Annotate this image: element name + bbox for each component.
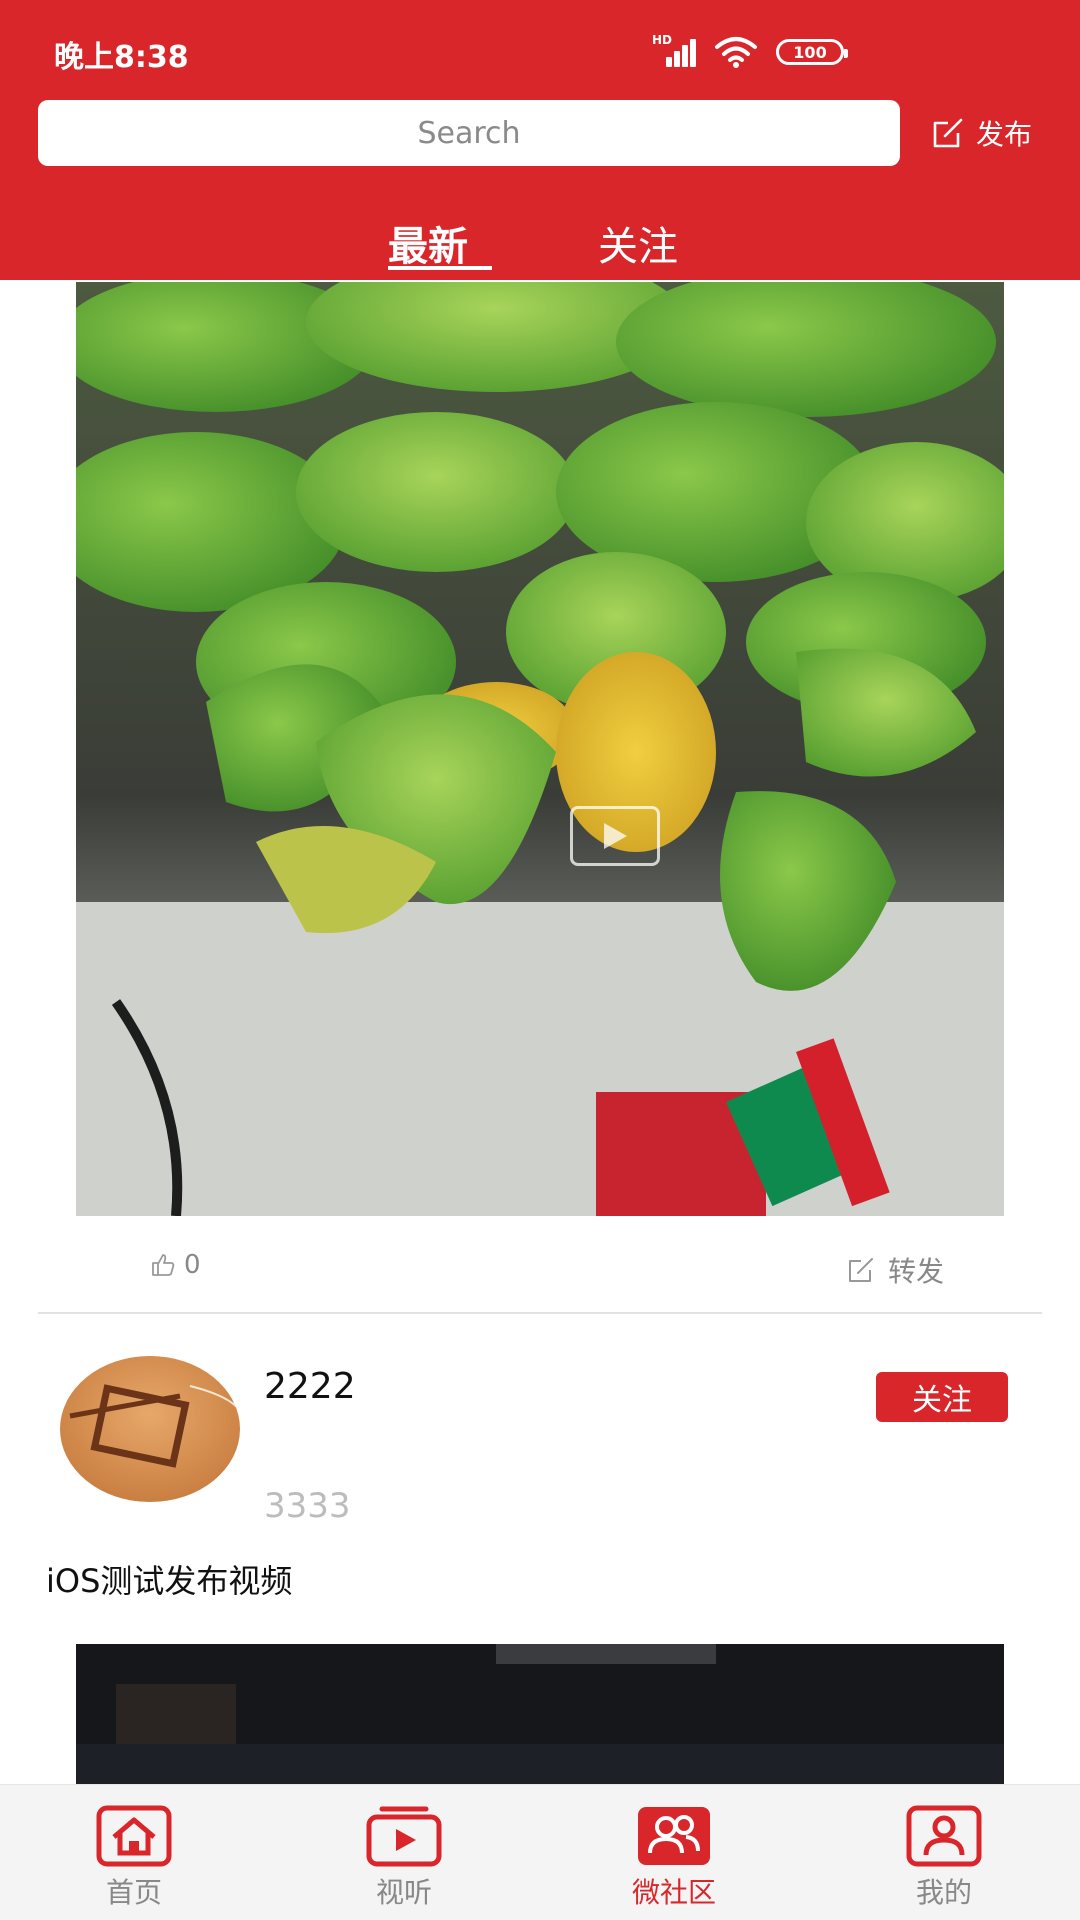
nav-item-profile[interactable]: 我的 — [874, 1799, 1014, 1915]
share-icon — [849, 1258, 873, 1282]
nav-label-community: 微社区 — [631, 1876, 716, 1909]
nav-item-home[interactable]: 首页 — [64, 1799, 204, 1915]
search-placeholder: Search — [417, 115, 521, 151]
like-count: 0 — [184, 1250, 201, 1280]
search-input[interactable]: Search — [38, 100, 900, 166]
video-thumbnail[interactable] — [76, 282, 1004, 1216]
post-actions: 0 转发 — [0, 1240, 1080, 1300]
status-bar: 晚上8:38 HD 100 — [0, 0, 1080, 100]
battery-icon: 100 — [776, 39, 848, 65]
dark-video-photo — [76, 1644, 1004, 1784]
app-header: 晚上8:38 HD 100 Search 发布 最新 关注 — [0, 0, 1080, 280]
like-button[interactable]: 0 — [150, 1250, 201, 1280]
publish-label: 发布 — [976, 118, 1033, 151]
video-icon — [366, 1806, 442, 1867]
status-time: 晚上8:38 — [54, 40, 189, 75]
tab-follow[interactable]: 关注 — [598, 214, 678, 272]
network-type-label: HD — [652, 33, 673, 47]
edit-icon — [933, 118, 963, 148]
video-thumbnail-2[interactable] — [76, 1644, 1004, 1784]
status-icons: HD 100 — [652, 33, 848, 70]
follow-button[interactable]: 关注 — [876, 1372, 1008, 1422]
nav-label-video: 视听 — [375, 1876, 432, 1909]
post-text: iOS测试发布视频 — [46, 1562, 293, 1600]
nav-item-video[interactable]: 视听 — [334, 1799, 474, 1915]
plant-photo — [76, 282, 1004, 1216]
avatar[interactable] — [60, 1356, 240, 1502]
post-divider — [38, 1312, 1042, 1314]
publish-button[interactable]: 发布 — [930, 110, 1032, 156]
battery-level: 100 — [793, 42, 827, 62]
play-icon[interactable] — [570, 806, 660, 866]
wifi-icon — [715, 37, 757, 68]
nav-label-profile: 我的 — [915, 1876, 972, 1909]
thumbs-up-icon — [152, 1254, 175, 1276]
share-button[interactable]: 转发 — [846, 1250, 944, 1290]
signal-icon: HD — [652, 33, 696, 67]
nav-label-home: 首页 — [105, 1876, 162, 1909]
feed-tabs: 最新 关注 — [0, 210, 1080, 280]
bottom-nav: 首页 视听 微社区 我的 — [0, 1784, 1080, 1920]
profile-icon — [906, 1805, 982, 1867]
share-label: 转发 — [888, 1255, 945, 1288]
tab-latest[interactable]: 最新 — [388, 214, 468, 272]
user-subline: 3333 — [264, 1486, 351, 1526]
username[interactable]: 2222 — [264, 1366, 356, 1407]
active-tab-indicator — [388, 266, 492, 270]
home-icon — [96, 1805, 172, 1867]
community-icon — [638, 1807, 710, 1865]
nav-item-community[interactable]: 微社区 — [604, 1799, 744, 1915]
